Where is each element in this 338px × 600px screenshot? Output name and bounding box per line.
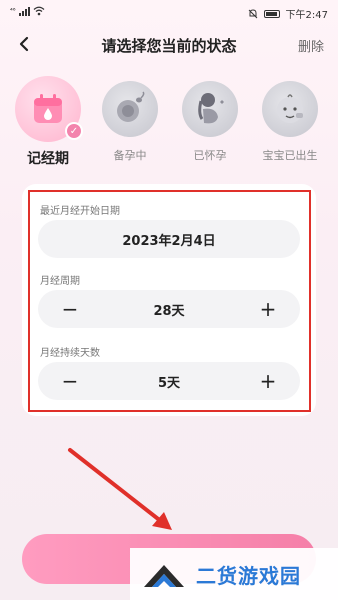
watermark-text: 二货游戏园 xyxy=(196,563,301,588)
state-label: 宝宝已出生 xyxy=(262,149,318,162)
signal-icon xyxy=(18,6,30,16)
state-trying[interactable]: 备孕中 xyxy=(90,76,170,163)
status-left: ⁴⁶ xyxy=(10,6,45,16)
mute-icon xyxy=(248,8,257,18)
watermark-logo-icon xyxy=(144,565,184,587)
page-title: 请选择您当前的状态 xyxy=(101,37,237,55)
status-time: 下午2:47 xyxy=(285,10,328,21)
pregnant-state-icon xyxy=(182,81,238,137)
period-state-icon: ✓ xyxy=(15,76,83,142)
state-label: 记经期 xyxy=(27,151,69,167)
delete-button[interactable]: 删除 xyxy=(298,36,324,55)
watermark: 二货游戏园 xyxy=(130,548,338,600)
highlight-box xyxy=(28,190,311,412)
calendar-drop-icon xyxy=(34,94,62,123)
nav-bar: 请选择您当前的状态 删除 xyxy=(0,28,338,62)
state-label: 备孕中 xyxy=(113,149,147,162)
network-type: ⁴⁶ xyxy=(10,7,16,15)
trying-state-icon xyxy=(102,81,158,137)
state-pregnant[interactable]: 已怀孕 xyxy=(170,76,250,163)
pregnant-woman-icon xyxy=(198,93,224,124)
state-selector: ✓ 记经期 备孕中 已怀孕 宝宝已出生 xyxy=(0,76,338,176)
check-icon: ✓ xyxy=(65,122,83,140)
state-period[interactable]: ✓ 记经期 xyxy=(8,76,88,168)
state-baby-born[interactable]: 宝宝已出生 xyxy=(250,76,330,163)
wifi-icon xyxy=(33,6,45,16)
annotation-arrow-icon xyxy=(68,448,172,530)
state-label: 已怀孕 xyxy=(193,149,227,162)
status-bar: ⁴⁶ 下午2:47 xyxy=(0,0,338,26)
baby-face-icon xyxy=(277,94,303,123)
status-right: 下午2:47 xyxy=(248,6,328,21)
baby-state-icon xyxy=(262,81,318,137)
egg-sperm-icon xyxy=(117,91,145,122)
battery-icon xyxy=(263,9,280,18)
